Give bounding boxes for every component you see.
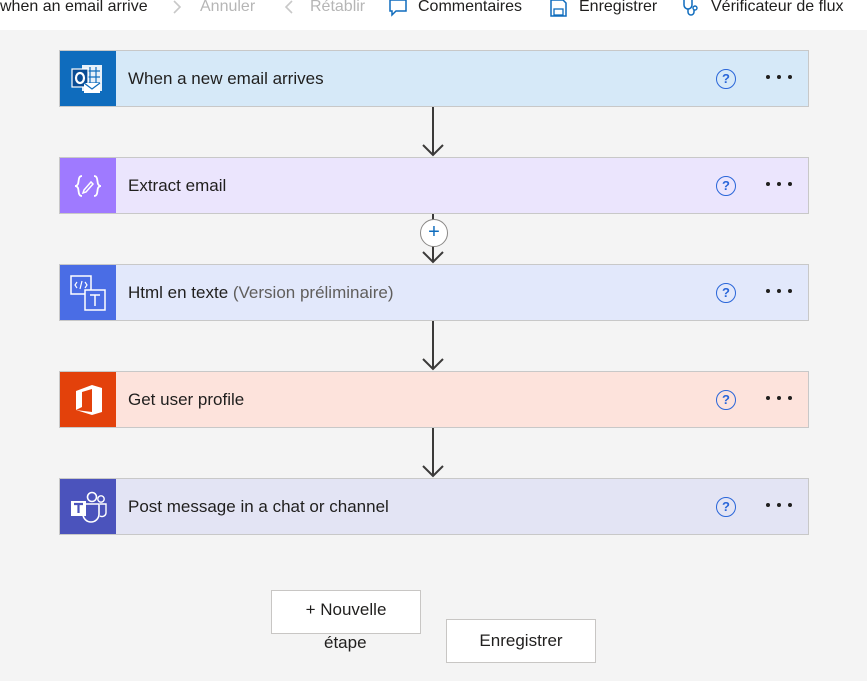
step-label: Post message in a chat or channel xyxy=(128,496,389,516)
new-step-button-label-overflow: étape xyxy=(324,633,367,652)
undo-button[interactable]: Annuler xyxy=(170,0,255,17)
step-card-post-message-teams[interactable]: Post message in a chat or channel ? xyxy=(59,478,809,535)
stethoscope-icon xyxy=(681,0,701,17)
step-label: Get user profile xyxy=(128,389,245,409)
comments-button[interactable]: Commentaires xyxy=(388,0,522,17)
office365-icon xyxy=(60,372,116,427)
step-label: Html en texte (Version préliminaire) xyxy=(128,282,394,302)
new-step-button[interactable]: + Nouvelle xyxy=(271,590,421,634)
redo-icon xyxy=(280,0,300,17)
command-bar: when an email arrive Annuler Rétablir Co… xyxy=(0,0,867,30)
outlook-icon xyxy=(60,51,116,106)
help-icon[interactable]: ? xyxy=(716,497,736,517)
save-toolbar-button[interactable]: Enregistrer xyxy=(549,0,657,17)
help-icon[interactable]: ? xyxy=(716,69,736,89)
teams-icon xyxy=(60,479,116,534)
save-icon xyxy=(549,0,569,17)
step-card-extract-email[interactable]: Extract email ? xyxy=(59,157,809,214)
flow-title[interactable]: when an email arrive xyxy=(0,0,148,15)
help-icon[interactable]: ? xyxy=(716,176,736,196)
step-card-when-new-email-arrives[interactable]: When a new email arrives ? xyxy=(59,50,809,107)
redo-button[interactable]: Rétablir xyxy=(280,0,365,17)
help-icon[interactable]: ? xyxy=(716,283,736,303)
connector-arrow xyxy=(421,321,445,371)
more-options-icon[interactable] xyxy=(764,279,794,303)
undo-icon xyxy=(170,0,190,17)
data-operation-icon xyxy=(60,158,116,213)
help-icon[interactable]: ? xyxy=(716,390,736,410)
more-options-icon[interactable] xyxy=(764,386,794,410)
flow-designer-canvas: When a new email arrives ? Extract email… xyxy=(0,30,867,681)
save-button[interactable]: Enregistrer xyxy=(446,619,596,663)
step-card-html-to-text[interactable]: Html en texte (Version préliminaire) ? xyxy=(59,264,809,321)
flow-checker-button[interactable]: Vérificateur de flux xyxy=(681,0,844,17)
step-label: When a new email arrives xyxy=(128,68,324,88)
html-to-text-icon xyxy=(60,265,116,320)
more-options-icon[interactable] xyxy=(764,172,794,196)
more-options-icon[interactable] xyxy=(764,493,794,517)
step-card-get-user-profile[interactable]: Get user profile ? xyxy=(59,371,809,428)
connector-arrow xyxy=(421,428,445,478)
step-label: Extract email xyxy=(128,175,227,195)
insert-step-button[interactable]: + xyxy=(420,219,448,247)
connector-arrow xyxy=(421,107,445,157)
comment-icon xyxy=(388,0,408,17)
more-options-icon[interactable] xyxy=(764,65,794,89)
